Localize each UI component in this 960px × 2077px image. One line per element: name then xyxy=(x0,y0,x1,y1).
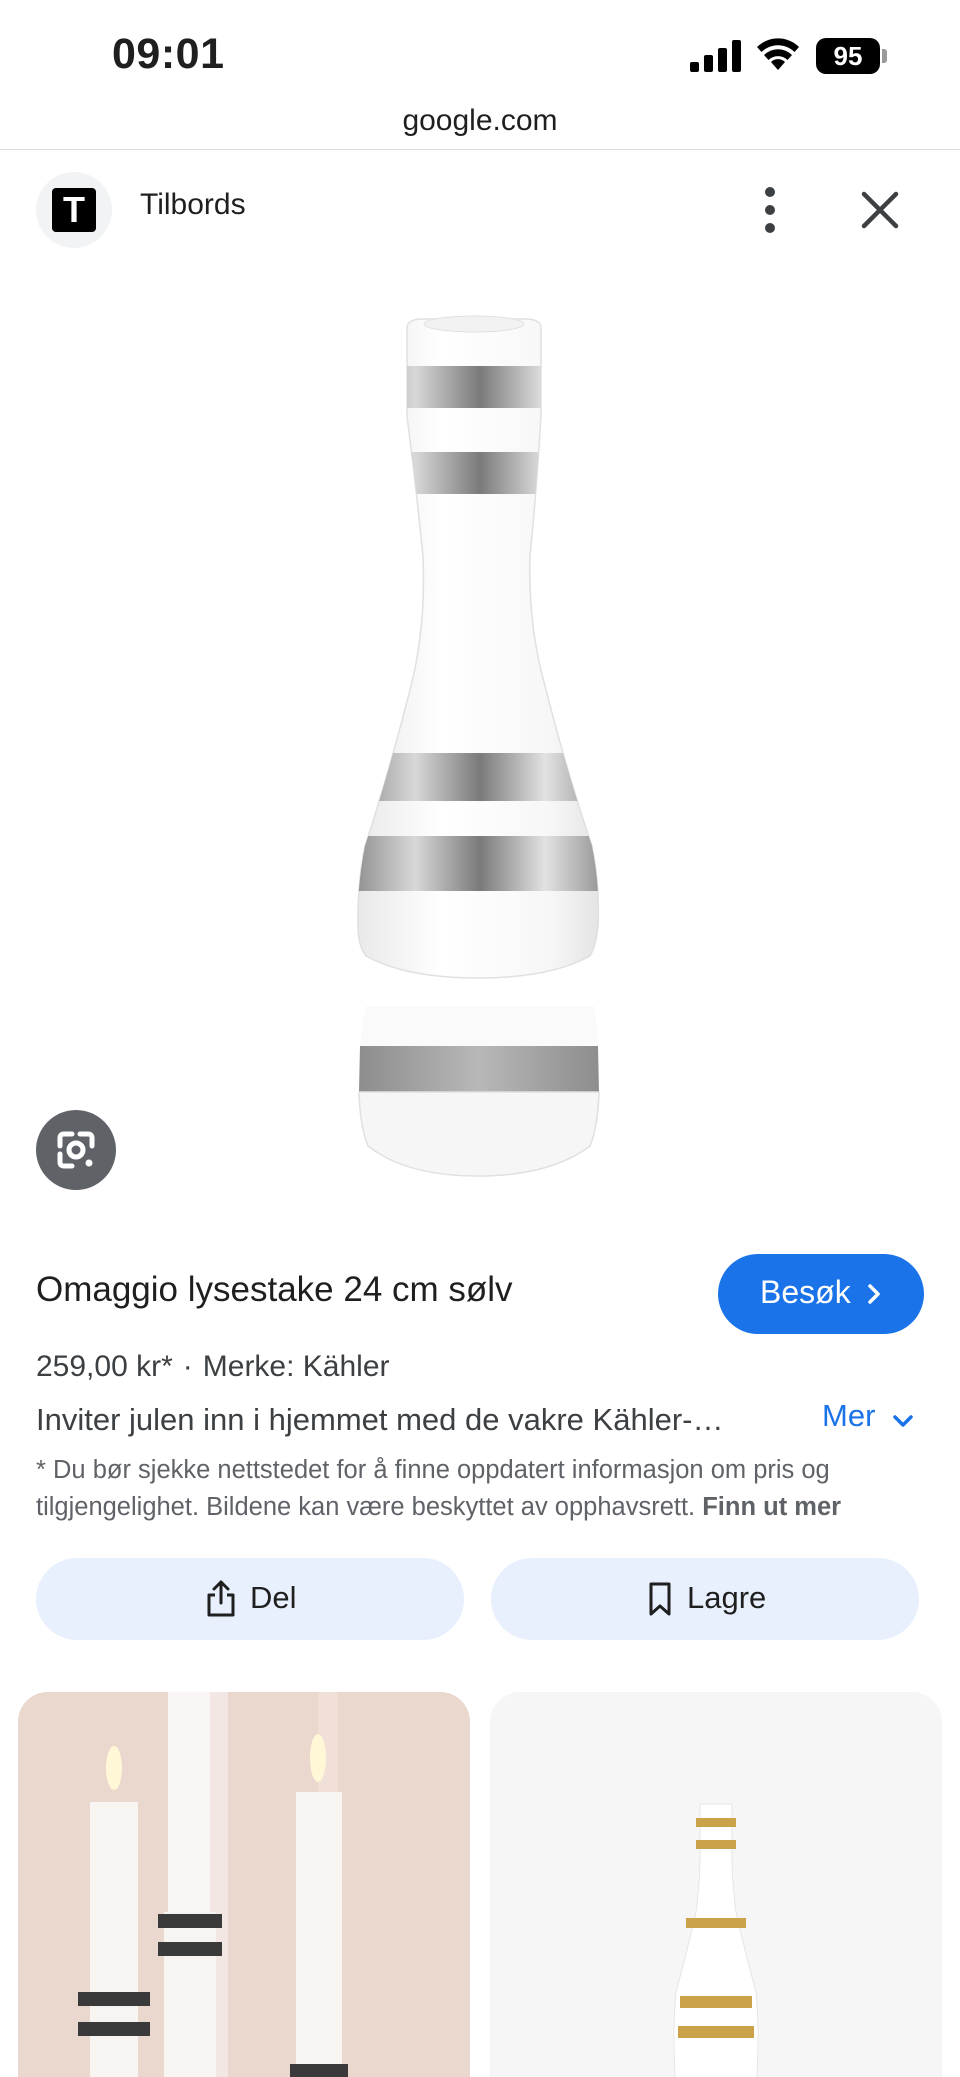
status-bar: 09:01 95 xyxy=(0,0,960,110)
product-title: Omaggio lysestake 24 cm sølv xyxy=(36,1270,513,1309)
site-header: T Tilbords xyxy=(0,150,960,266)
close-icon[interactable] xyxy=(850,180,910,240)
learn-more-link[interactable]: Finn ut mer xyxy=(702,1493,841,1521)
site-avatar[interactable]: T xyxy=(36,172,112,248)
share-icon xyxy=(207,1580,235,1617)
google-lens-icon xyxy=(57,1131,95,1169)
google-lens-button[interactable] xyxy=(36,1110,116,1190)
product-meta: 259,00 kr* · Merke: Kähler xyxy=(36,1350,390,1384)
chevron-right-icon xyxy=(868,1284,880,1304)
save-label: Lagre xyxy=(687,1580,767,1615)
battery-level: 95 xyxy=(816,38,880,74)
save-button[interactable]: Lagre xyxy=(491,1558,919,1640)
related-item-card[interactable] xyxy=(18,1692,470,2077)
cellular-signal-icon xyxy=(690,40,741,72)
product-description: Inviter julen inn i hjemmet med de vakre… xyxy=(36,1402,724,1437)
share-button[interactable]: Del xyxy=(36,1558,464,1640)
related-item-card[interactable] xyxy=(490,1692,942,2077)
more-link[interactable]: Mer xyxy=(822,1398,875,1434)
meta-separator: · xyxy=(182,1350,193,1383)
related-item-image xyxy=(18,1692,470,2077)
related-item-image xyxy=(490,1692,942,2077)
disclaimer: * Du bør sjekke nettstedet for å finne o… xyxy=(36,1452,916,1526)
bookmark-icon xyxy=(649,1582,671,1616)
battery-indicator: 95 xyxy=(816,38,888,74)
url-bar[interactable]: google.com xyxy=(0,96,960,150)
chevron-down-icon[interactable] xyxy=(890,1408,916,1434)
visit-button[interactable]: Besøk xyxy=(718,1254,924,1334)
candle-holder xyxy=(357,315,600,979)
more-vert-icon[interactable] xyxy=(746,180,794,240)
visit-label: Besøk xyxy=(760,1274,851,1310)
product-image[interactable] xyxy=(0,266,960,1206)
battery-tip xyxy=(882,49,887,63)
site-name[interactable]: Tilbords xyxy=(140,188,246,222)
wifi-icon xyxy=(757,38,799,70)
share-label: Del xyxy=(250,1580,297,1615)
site-logo: T xyxy=(52,188,96,232)
product-price: 259,00 kr* xyxy=(36,1350,173,1383)
status-time: 09:01 xyxy=(112,30,225,78)
product-brand: Merke: Kähler xyxy=(202,1350,390,1383)
